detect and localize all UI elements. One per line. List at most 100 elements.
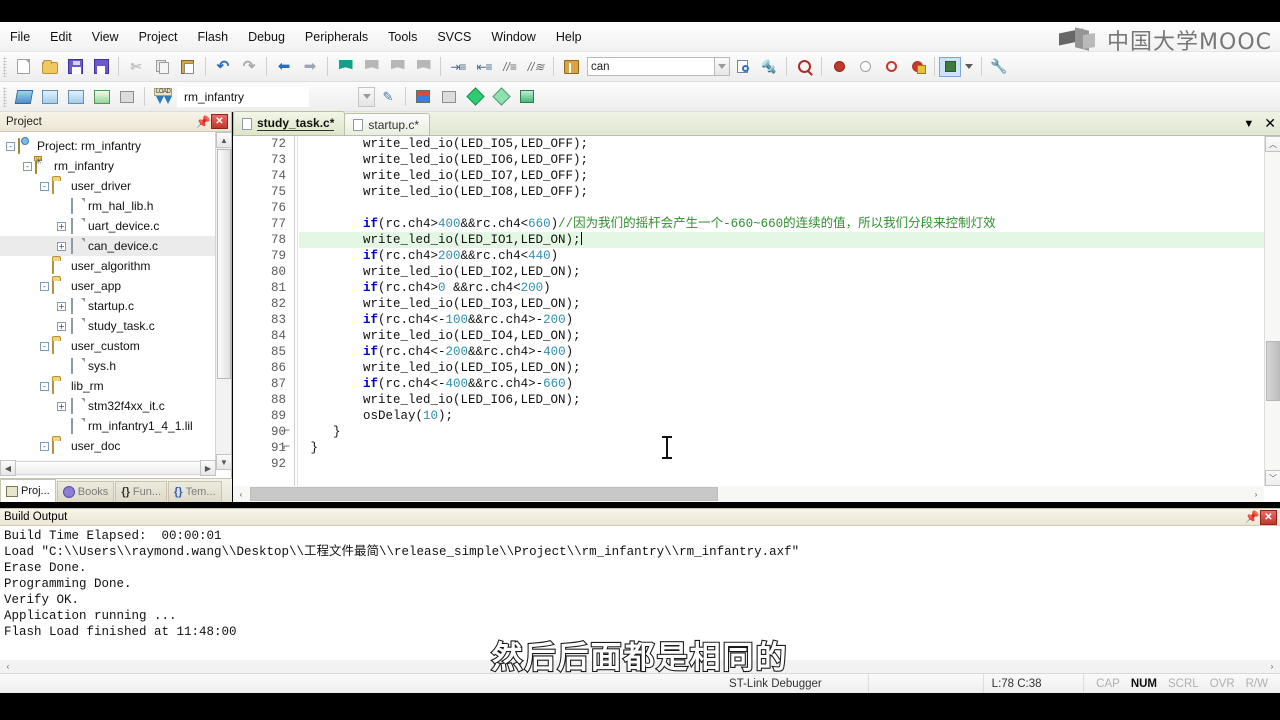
code-line[interactable]: write_led_io(LED_IO3,LED_ON); — [299, 296, 1264, 312]
tree-item[interactable]: - Project: rm_infantry — [0, 136, 215, 156]
copy-icon[interactable] — [150, 55, 174, 78]
open-file-icon[interactable] — [37, 55, 61, 78]
code-line[interactable]: write_led_io(LED_IO7,LED_OFF); — [299, 168, 1264, 184]
paste-icon[interactable] — [176, 55, 200, 78]
fold-marker[interactable]: ⌐ — [283, 424, 290, 438]
tree-item[interactable]: sys.h — [0, 356, 215, 376]
code-line[interactable]: } — [299, 424, 1264, 440]
disable-breakpoint-icon[interactable] — [853, 55, 877, 78]
code-line[interactable]: osDelay(10); — [299, 408, 1264, 424]
options-wrench-icon[interactable]: 🔧 — [987, 55, 1011, 78]
tree-item-selected[interactable]: + can_device.c — [0, 236, 215, 256]
tree-item[interactable]: + uart_device.c — [0, 216, 215, 236]
code-line[interactable]: if(rc.ch4<-100&&rc.ch4>-200) — [299, 312, 1264, 328]
window-layout-dropdown-icon[interactable] — [962, 55, 976, 78]
editor-vertical-scrollbar[interactable]: ︿ ﹀ — [1264, 136, 1280, 486]
target-dropdown-icon[interactable] — [358, 86, 375, 107]
menu-item-window[interactable]: Window — [481, 26, 545, 48]
toggle-bookmark-icon[interactable] — [333, 55, 357, 78]
tree-item[interactable]: - user_doc — [0, 436, 215, 456]
new-file-icon[interactable] — [11, 55, 35, 78]
cut-icon[interactable]: ✄ — [124, 55, 148, 78]
manage-project-items-icon[interactable]: ✎ — [376, 85, 400, 108]
scroll-thumb[interactable] — [217, 149, 231, 379]
disable-all-breakpoints-icon[interactable] — [905, 55, 929, 78]
editor-code-area[interactable]: 72 73 74 75 76 77 78 79 80 81 82 83 84 85 86 87 88 89 90 91… — [233, 136, 1264, 486]
project-tab-fun[interactable]: {} Fun... — [115, 481, 167, 502]
project-tree[interactable]: -Project: rm_infantry-rm_infantry-user_d… — [0, 132, 215, 470]
project-tab-proj[interactable]: Proj... — [0, 479, 56, 502]
menu-item-tools[interactable]: Tools — [378, 26, 427, 48]
tree-item[interactable]: user_algorithm — [0, 256, 215, 276]
code-line[interactable]: write_led_io(LED_IO6,LED_OFF); — [299, 152, 1264, 168]
stop-build-icon[interactable] — [115, 85, 139, 108]
collapse-icon[interactable]: - — [6, 141, 15, 151]
editor-tab-list-icon[interactable]: ▼ — [1243, 118, 1254, 130]
scroll-up-button[interactable]: ︿ — [1265, 136, 1280, 152]
find-in-files-icon[interactable] — [559, 55, 583, 78]
rebuild-all-icon[interactable] — [63, 85, 87, 108]
code-line[interactable]: if(rc.ch4>200&&rc.ch4<440) — [299, 248, 1264, 264]
find-icon[interactable] — [731, 55, 755, 78]
expand-icon[interactable]: + — [57, 241, 66, 251]
uncomment-icon[interactable]: //≋ — [524, 55, 548, 78]
previous-bookmark-icon[interactable] — [359, 55, 383, 78]
tree-item[interactable]: + study_task.c — [0, 316, 215, 336]
indent-icon[interactable]: ⇥≡ — [446, 55, 470, 78]
kill-breakpoints-icon[interactable] — [879, 55, 903, 78]
tree-item[interactable]: - user_driver — [0, 176, 215, 196]
translate-file-icon[interactable] — [11, 85, 35, 108]
tree-item[interactable]: + stm32f4xx_it.c — [0, 396, 215, 416]
project-tree-vertical-scrollbar[interactable]: ▲ ▼ — [215, 132, 232, 470]
configure-icon[interactable]: 🔩 — [757, 55, 781, 78]
menu-item-edit[interactable]: Edit — [40, 26, 82, 48]
menu-item-svcs[interactable]: SVCS — [427, 26, 481, 48]
scroll-left-button[interactable]: ◀ — [0, 460, 16, 476]
code-line[interactable]: write_led_io(LED_IO1,LED_ON); — [299, 232, 1264, 248]
editor-horizontal-scrollbar[interactable]: ‹ › — [233, 486, 1264, 502]
code-line[interactable]: write_led_io(LED_IO2,LED_ON); — [299, 264, 1264, 280]
collapse-icon[interactable]: - — [40, 341, 49, 351]
build-target-icon[interactable] — [37, 85, 61, 108]
target-options-icon[interactable] — [411, 85, 435, 108]
editor-tab-study_taskc[interactable]: study_task.c* — [233, 111, 346, 135]
window-layout-button[interactable] — [939, 56, 961, 77]
save-icon[interactable] — [63, 55, 87, 78]
code-line[interactable]: write_led_io(LED_IO4,LED_ON); — [299, 328, 1264, 344]
editor-tab-startupc[interactable]: startup.c* — [344, 113, 431, 135]
fold-marker[interactable]: ⌐ — [283, 440, 290, 454]
tree-item[interactable]: + startup.c — [0, 296, 215, 316]
save-all-icon[interactable] — [89, 55, 113, 78]
toolbar-grip[interactable] — [3, 86, 7, 107]
code-line[interactable]: if(rc.ch4>400&&rc.ch4<660)//因为我们的摇杆会产生一个… — [299, 216, 1264, 232]
next-bookmark-icon[interactable] — [385, 55, 409, 78]
start-debug-icon[interactable] — [792, 55, 816, 78]
search-history-dropdown[interactable] — [715, 57, 730, 76]
select-software-packs-icon[interactable] — [515, 85, 539, 108]
collapse-icon[interactable]: - — [23, 161, 32, 171]
code-line[interactable] — [299, 456, 1264, 472]
tree-item[interactable]: rm_hal_lib.h — [0, 196, 215, 216]
tree-item[interactable]: rm_infantry1_4_1.lil — [0, 416, 215, 436]
code-line[interactable]: if(rc.ch4>0 &&rc.ch4<200) — [299, 280, 1264, 296]
undo-icon[interactable]: ↶ — [211, 55, 235, 78]
project-tab-tem[interactable]: {} Tem... — [168, 481, 222, 502]
tree-item[interactable]: - user_app — [0, 276, 215, 296]
target-select[interactable]: rm_infantry — [177, 86, 309, 107]
collapse-icon[interactable]: - — [40, 441, 49, 451]
tree-item[interactable]: - user_custom — [0, 336, 215, 356]
code-line[interactable]: write_led_io(LED_IO6,LED_ON); — [299, 392, 1264, 408]
code-line[interactable]: } — [299, 440, 1264, 456]
collapse-icon[interactable]: - — [40, 181, 49, 191]
batch-build-icon[interactable] — [89, 85, 113, 108]
menu-item-flash[interactable]: Flash — [187, 26, 238, 48]
code-line[interactable]: write_led_io(LED_IO5,LED_OFF); — [299, 136, 1264, 152]
code-line[interactable]: write_led_io(LED_IO5,LED_ON); — [299, 360, 1264, 376]
code-line[interactable]: write_led_io(LED_IO8,LED_OFF); — [299, 184, 1264, 200]
project-tree-horizontal-scrollbar[interactable]: ◀ ▶ — [0, 460, 216, 476]
pack-installer-green-icon[interactable] — [463, 85, 487, 108]
clear-bookmarks-icon[interactable] — [411, 55, 435, 78]
expand-icon[interactable]: + — [57, 401, 66, 411]
collapse-icon[interactable]: - — [40, 281, 49, 291]
scroll-right-button[interactable]: ▶ — [200, 460, 216, 476]
